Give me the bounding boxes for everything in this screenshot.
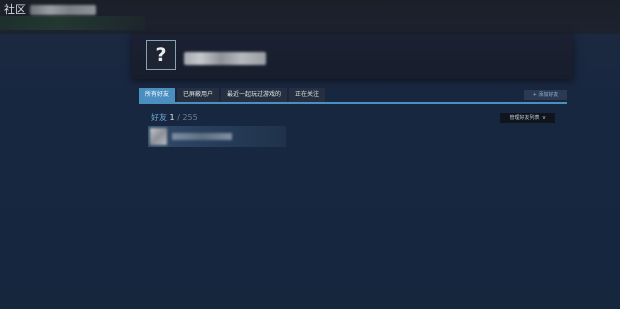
- manage-friends-label: 管理好友列表: [509, 115, 540, 121]
- friend-avatar-redacted[interactable]: [150, 128, 167, 145]
- friend-name-redacted: [172, 133, 232, 140]
- friends-count-separator: /: [177, 113, 180, 122]
- friends-tab-bar: 所有好友 已屏蔽用户 最近一起玩过游戏的 正在关注: [139, 88, 326, 102]
- tab-blocked-users[interactable]: 已屏蔽用户: [177, 88, 220, 102]
- manage-friends-button[interactable]: 管理好友列表 v: [500, 113, 555, 123]
- tab-recently-played-with[interactable]: 最近一起玩过游戏的: [221, 88, 288, 102]
- add-friend-button[interactable]: + 添加好友: [524, 90, 567, 100]
- friends-max: 255: [182, 113, 198, 122]
- tab-underline: [139, 102, 567, 104]
- friends-count-heading: 好友 1 / 255: [151, 113, 198, 123]
- profile-avatar[interactable]: ?: [146, 40, 176, 70]
- community-nav-link[interactable]: 社区: [4, 3, 26, 17]
- chevron-down-icon: v: [542, 115, 546, 121]
- friends-label: 好友: [151, 113, 167, 122]
- tab-following[interactable]: 正在关注: [289, 88, 326, 102]
- tab-all-friends[interactable]: 所有好友: [139, 88, 176, 102]
- top-nav-highlight: [0, 16, 145, 30]
- profile-name-redacted: [184, 52, 266, 65]
- username-menu-redacted[interactable]: [30, 5, 96, 15]
- friends-count: 1: [169, 113, 175, 122]
